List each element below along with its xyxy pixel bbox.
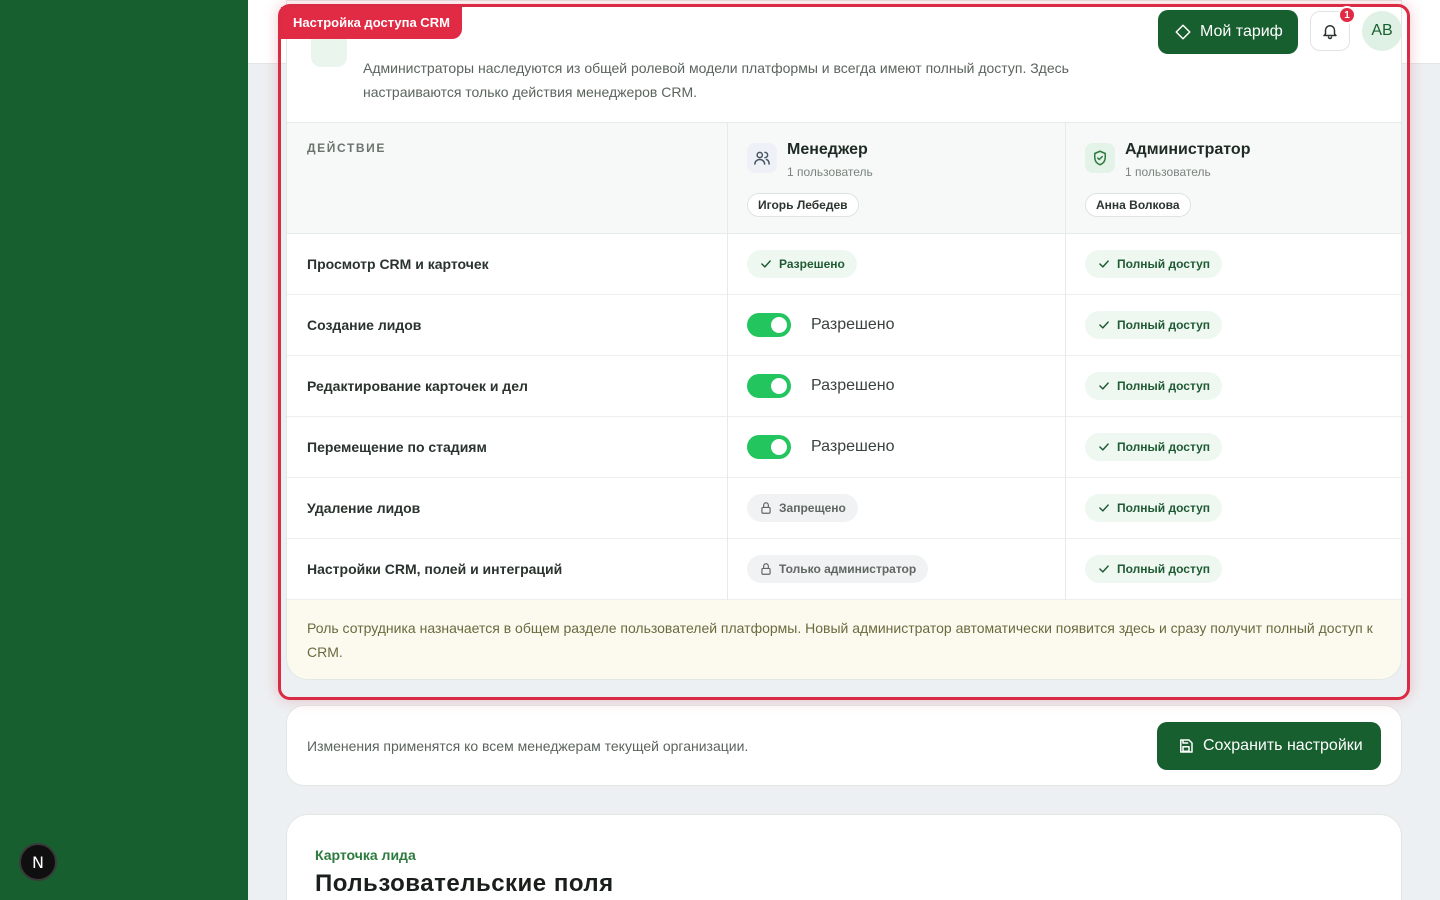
status-text: Полный доступ <box>1117 379 1211 393</box>
my-plan-label: Мой тариф <box>1200 23 1283 40</box>
table-row: Редактирование карточек и дел Разрешено … <box>287 356 1401 417</box>
user-chip: Анна Волкова <box>1085 193 1191 217</box>
status-badge-full-access: Полный доступ <box>1085 372 1223 400</box>
my-plan-button[interactable]: Мой тариф <box>1158 10 1298 54</box>
column-divider <box>727 122 728 600</box>
table-row: Удаление лидов Запрещено Полный доступ <box>287 478 1401 539</box>
lead-card-section: Карточка лида Пользовательские поля <box>286 814 1402 900</box>
sidebar: N <box>0 0 248 900</box>
table-row: Перемещение по стадиям Разрешено Полный … <box>287 417 1401 478</box>
status-text: Полный доступ <box>1117 318 1211 332</box>
status-text: Полный доступ <box>1117 501 1211 515</box>
status-badge-full-access: Полный доступ <box>1085 433 1223 461</box>
users-icon <box>747 143 777 173</box>
role-title: Менеджер <box>787 141 868 158</box>
action-label: Настройки CRM, полей и интеграций <box>307 561 563 577</box>
toggle-label: Разрешено <box>811 316 895 333</box>
toggle-label: Разрешено <box>811 377 895 394</box>
action-label: Редактирование карточек и дел <box>307 378 528 394</box>
status-text: Полный доступ <box>1117 440 1211 454</box>
info-note: Роль сотрудника назначается в общем разд… <box>287 600 1401 679</box>
check-icon <box>1099 504 1109 512</box>
highlight-label: Настройка доступа CRM <box>281 7 462 39</box>
check-icon <box>1099 443 1109 451</box>
status-text: Разрешено <box>779 257 845 271</box>
table-row: Создание лидов Разрешено Полный доступ <box>287 295 1401 356</box>
status-text: Только администратор <box>779 562 917 576</box>
role-title: Администратор <box>1125 141 1251 158</box>
action-label: Перемещение по стадиям <box>307 439 487 455</box>
intro-text: Администраторы наследуются из общей роле… <box>363 60 1069 100</box>
bell-icon <box>1323 25 1337 40</box>
status-text: Запрещено <box>779 501 846 515</box>
permission-toggle[interactable] <box>747 374 791 398</box>
role-count: 1 пользователь <box>1125 165 1211 179</box>
action-label: Просмотр CRM и карточек <box>307 256 489 272</box>
notification-count-badge: 1 <box>1338 6 1356 24</box>
role-count: 1 пользователь <box>787 165 873 179</box>
lock-icon <box>761 502 771 514</box>
avatar[interactable]: AB <box>1362 11 1402 51</box>
table-row: Просмотр CRM и карточек Разрешено Полный… <box>287 234 1401 295</box>
diamond-icon <box>1175 24 1191 40</box>
status-badge-allowed: Разрешено <box>747 250 857 278</box>
save-settings-button[interactable]: Сохранить настройки <box>1157 722 1381 770</box>
user-chip: Игорь Лебедев <box>747 193 859 217</box>
info-note-text: Роль сотрудника назначается в общем разд… <box>307 620 1373 660</box>
status-badge-full-access: Полный доступ <box>1085 311 1223 339</box>
section-title: Пользовательские поля <box>315 870 614 897</box>
status-badge-full-access: Полный доступ <box>1085 494 1223 522</box>
save-card: Изменения применятся ко всем менеджерам … <box>286 705 1402 786</box>
next-badge[interactable]: N <box>19 843 57 881</box>
action-column-header: ДЕЙСТВИЕ <box>307 141 386 155</box>
action-label: Удаление лидов <box>307 500 421 516</box>
check-icon <box>761 260 771 268</box>
status-badge-admin-only: Только администратор <box>747 555 929 583</box>
check-icon <box>1099 321 1109 329</box>
save-icon <box>1180 739 1193 753</box>
section-kicker: Карточка лида <box>315 847 416 863</box>
check-icon <box>1099 565 1109 573</box>
status-badge-denied: Запрещено <box>747 494 858 522</box>
shield-check-icon <box>1085 143 1115 173</box>
lock-icon <box>761 563 771 575</box>
table-header: ДЕЙСТВИЕ Менеджер 1 пользователь Игорь Л… <box>287 122 1401 234</box>
save-note: Изменения применятся ко всем менеджерам … <box>307 738 749 754</box>
status-text: Полный доступ <box>1117 562 1211 576</box>
status-badge-full-access: Полный доступ <box>1085 555 1223 583</box>
check-icon <box>1099 382 1109 390</box>
status-text: Полный доступ <box>1117 257 1211 271</box>
save-settings-label: Сохранить настройки <box>1203 737 1363 754</box>
permission-toggle[interactable] <box>747 313 791 337</box>
check-icon <box>1099 260 1109 268</box>
column-divider <box>1065 122 1066 600</box>
crm-access-panel: Администраторы наследуются из общей роле… <box>286 0 1402 680</box>
status-badge-full-access: Полный доступ <box>1085 250 1223 278</box>
action-label: Создание лидов <box>307 317 422 333</box>
table-row: Настройки CRM, полей и интеграций Только… <box>287 539 1401 600</box>
toggle-label: Разрешено <box>811 438 895 455</box>
permission-toggle[interactable] <box>747 435 791 459</box>
